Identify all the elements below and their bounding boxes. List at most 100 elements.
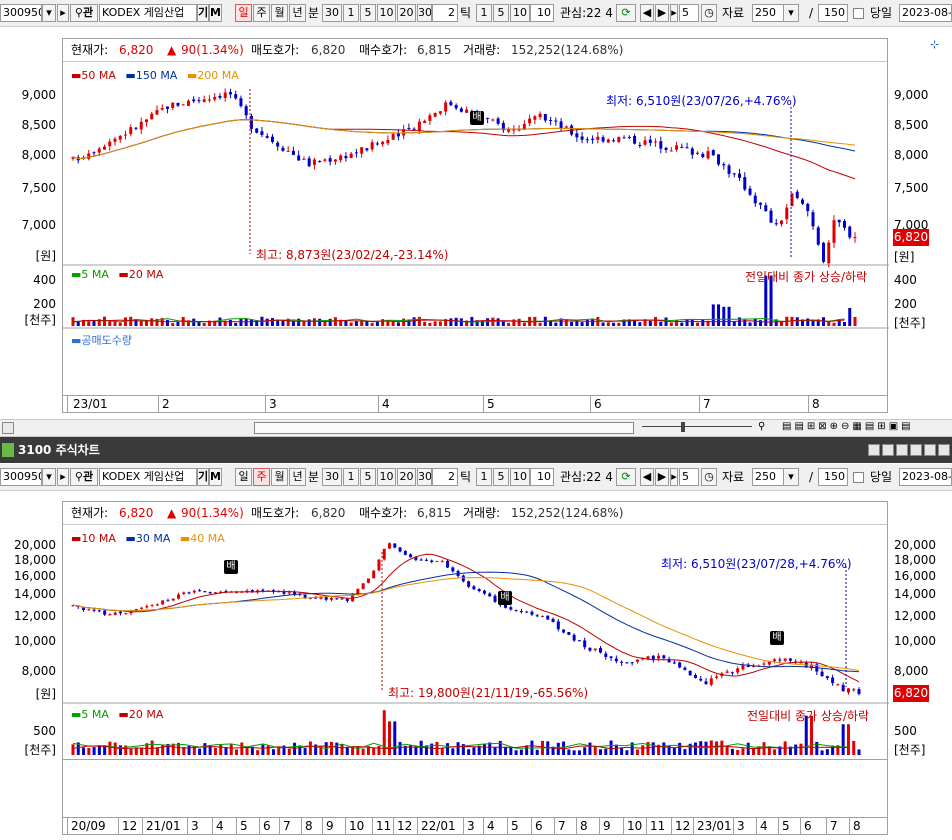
gi-button[interactable]: 기 [197, 4, 209, 22]
min-30-button[interactable]: 30 [417, 468, 432, 486]
gi-button[interactable]: 기 [197, 468, 209, 486]
search-button[interactable]: ⚲관 [70, 468, 98, 486]
volume-bar [308, 741, 312, 755]
stock-code-input[interactable]: 300950 [0, 468, 42, 486]
tick-1-button[interactable]: 1 [476, 468, 492, 486]
window-button-3[interactable] [896, 444, 908, 456]
tick-10-button[interactable]: 10 [510, 4, 530, 22]
data-count-select[interactable]: 250 [752, 468, 784, 486]
minimize-button[interactable] [924, 444, 936, 456]
zoom-icon[interactable]: ⚲ [758, 421, 765, 432]
daily-scrollbar[interactable]: ⚲ ▤▤⊞⊠⊕⊖▦▤⊞▣▤ [0, 419, 952, 437]
next-arrow-button[interactable]: ▸ [57, 4, 69, 22]
window-button-2[interactable] [882, 444, 894, 456]
period-day-button[interactable]: 일 [235, 468, 252, 486]
step-input[interactable]: 5 [679, 468, 699, 486]
tick-1-button[interactable]: 1 [476, 4, 492, 22]
volume-bar [340, 743, 344, 755]
volume-bar [155, 747, 159, 755]
candle-body [255, 128, 259, 133]
search-icon: ⚲ [74, 6, 83, 19]
m-button[interactable]: M [209, 468, 222, 486]
candle-body [276, 142, 280, 147]
candle-body [533, 116, 537, 120]
refresh-button[interactable]: ⟳ [616, 468, 636, 486]
prev-step-button[interactable]: ◀ [640, 468, 654, 486]
period-day-button[interactable]: 일 [235, 4, 252, 22]
tick-10-button[interactable]: 10 [510, 468, 530, 486]
min-1-button[interactable]: 1 [343, 468, 359, 486]
daily-chart-panel[interactable]: 현재가: 6,820 ▲ 90(1.34%) 매도호가: 6,820 매수호가:… [62, 38, 889, 397]
date-input[interactable]: 2023-08- [899, 4, 952, 22]
step-dropdown-button[interactable]: ▸ [670, 468, 678, 486]
candle-body [514, 609, 518, 611]
min-10-button[interactable]: 10 [377, 4, 396, 22]
next-arrow-button[interactable]: ▸ [57, 468, 69, 486]
volume-bar [488, 742, 492, 755]
clock-button[interactable]: ◷ [701, 4, 717, 22]
candle-body [234, 94, 238, 99]
m-button[interactable]: M [209, 4, 222, 22]
period-year-button[interactable]: 년 [289, 4, 306, 22]
zoom-slider-track[interactable] [642, 426, 752, 427]
day-checkbox[interactable] [853, 472, 864, 483]
date-input[interactable]: 2023-08- [899, 468, 952, 486]
minute-value-button[interactable]: 30 [322, 468, 342, 486]
period-year-button[interactable]: 년 [289, 468, 306, 486]
help-button[interactable] [910, 444, 922, 456]
volume-bar [554, 322, 558, 326]
min-20-button[interactable]: 20 [397, 4, 416, 22]
close-button[interactable] [938, 444, 950, 456]
tick-value-input[interactable]: 2 [432, 4, 458, 22]
side-expand-icon[interactable]: ⊹ [930, 38, 952, 51]
data-count-dropdown-button[interactable]: ▾ [783, 468, 799, 486]
min-1-button[interactable]: 1 [343, 4, 359, 22]
weekly-y-tick: 8,000 [21, 664, 56, 678]
candle-body [482, 590, 486, 594]
scroll-thumb[interactable] [254, 422, 634, 434]
clock-button[interactable]: ◷ [701, 468, 717, 486]
next-step-button[interactable]: ▶ [655, 4, 669, 22]
zoom-slider-thumb[interactable] [681, 422, 685, 432]
min-30-button[interactable]: 30 [417, 4, 432, 22]
candle-body [361, 583, 365, 589]
data-count-dropdown-button[interactable]: ▾ [783, 4, 799, 22]
code-dropdown-button[interactable]: ▾ [42, 4, 56, 22]
volume-bar [281, 320, 285, 326]
daily-vol-tick-right: 400 [894, 273, 917, 287]
tick-value-input[interactable]: 2 [432, 468, 458, 486]
tick-10-input[interactable]: 10 [530, 4, 554, 22]
day-checkbox[interactable] [853, 8, 864, 19]
tick-10-input[interactable]: 10 [530, 468, 554, 486]
code-dropdown-button[interactable]: ▾ [42, 468, 56, 486]
min-10-button[interactable]: 10 [377, 468, 396, 486]
min-5-button[interactable]: 5 [360, 468, 376, 486]
period-week-button[interactable]: 주 [253, 4, 270, 22]
prev-step-button[interactable]: ◀ [640, 4, 654, 22]
tick-5-button[interactable]: 5 [493, 468, 509, 486]
page-input[interactable]: 150 [818, 4, 848, 22]
minute-value-button[interactable]: 30 [322, 4, 342, 22]
min-5-button[interactable]: 5 [360, 4, 376, 22]
tick-5-button[interactable]: 5 [493, 4, 509, 22]
data-count-select[interactable]: 250 [752, 4, 784, 22]
page-input[interactable]: 150 [818, 468, 848, 486]
step-dropdown-button[interactable]: ▸ [670, 4, 678, 22]
daily-y-tick-right: 9,000 [894, 88, 929, 102]
next-step-button[interactable]: ▶ [655, 468, 669, 486]
volume-bar [219, 744, 223, 755]
period-month-button[interactable]: 월 [271, 4, 288, 22]
step-input[interactable]: 5 [679, 4, 699, 22]
chart-tool-icons[interactable]: ▤▤⊞⊠⊕⊖▦▤⊞▣▤ [782, 421, 914, 432]
period-month-button[interactable]: 월 [271, 468, 288, 486]
window-button-1[interactable] [868, 444, 880, 456]
volume-bar [454, 317, 458, 326]
period-week-button[interactable]: 주 [253, 468, 270, 486]
search-button[interactable]: ⚲관 [70, 4, 98, 22]
min-20-button[interactable]: 20 [397, 468, 416, 486]
weekly-chart-panel[interactable]: 현재가: 6,820 ▲ 90(1.34%) 매도호가: 6,820 매수호가:… [62, 501, 889, 760]
scroll-left-button[interactable] [2, 422, 14, 434]
refresh-button[interactable]: ⟳ [616, 4, 636, 22]
candle-body [580, 136, 584, 140]
stock-code-input[interactable]: 300950 [0, 4, 42, 22]
